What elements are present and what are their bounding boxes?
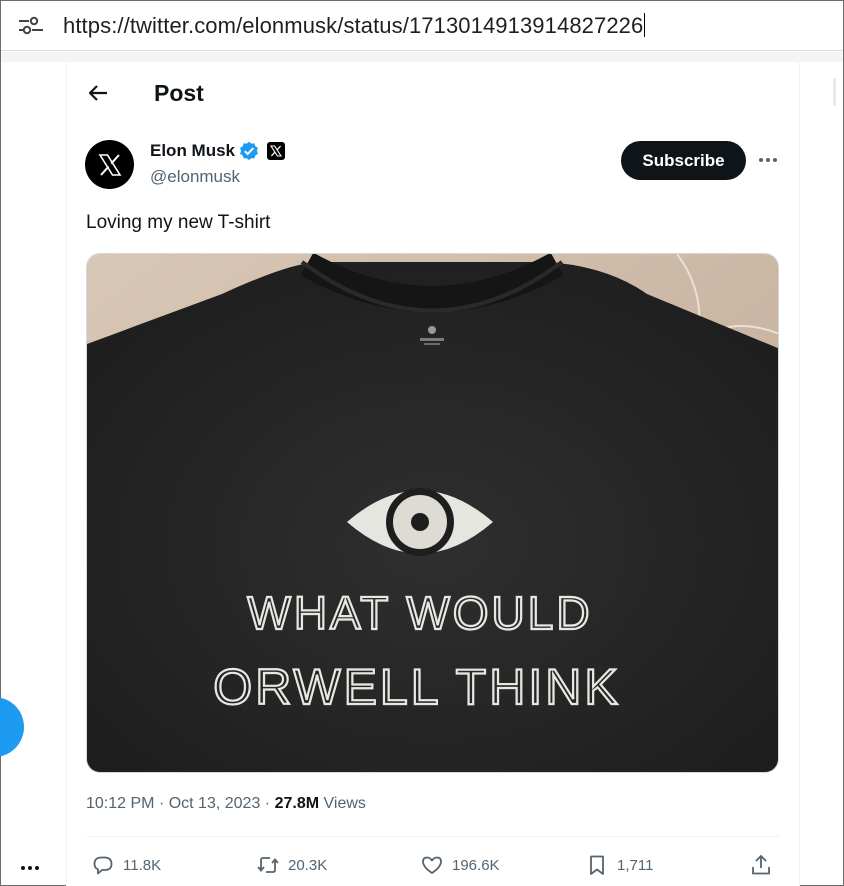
tweet-date[interactable]: Oct 13, 2023	[169, 795, 261, 812]
views-count[interactable]: 27.8M	[275, 795, 319, 812]
author-name[interactable]: Elon Musk	[150, 141, 235, 161]
subscribe-button[interactable]: Subscribe	[621, 141, 746, 180]
more-horizontal-icon[interactable]	[756, 150, 780, 170]
shirt-text-line2: ORWELL THINK	[213, 659, 620, 715]
repost-count: 20.3K	[288, 856, 328, 874]
page-title: Post	[154, 80, 204, 106]
like-button[interactable]: 196.6K	[420, 853, 500, 877]
repost-button[interactable]: 20.3K	[256, 853, 327, 877]
verified-badge-icon[interactable]	[239, 141, 259, 161]
tweet-text: Loving my new T-shirt	[86, 212, 271, 233]
like-count: 196.6K	[452, 856, 500, 874]
bookmark-icon	[590, 855, 604, 875]
divider	[86, 836, 779, 837]
author-handle[interactable]: @elonmusk	[150, 167, 240, 187]
share-button[interactable]	[749, 853, 773, 877]
reply-button[interactable]: 11.8K	[91, 853, 161, 877]
repost-icon	[257, 857, 279, 873]
url-text: https://twitter.com/elonmusk/status/1713…	[63, 13, 644, 38]
address-bar[interactable]: https://twitter.com/elonmusk/status/1713…	[1, 1, 843, 51]
tweet-time[interactable]: 10:12 PM	[86, 795, 154, 812]
url-field[interactable]: https://twitter.com/elonmusk/status/1713…	[63, 13, 646, 39]
meta-separator: ·	[264, 795, 271, 812]
right-panel-edge	[833, 78, 836, 106]
share-icon	[752, 854, 770, 875]
x-logo-icon[interactable]	[267, 142, 286, 160]
x-affiliation-glyph	[270, 145, 283, 157]
shirt-text-line1: WHAT WOULD	[247, 587, 592, 639]
bookmark-count: 1,711	[617, 856, 654, 874]
tweet-meta: 10:12 PM · Oct 13, 2023 · 27.8M Views	[86, 795, 366, 813]
author-name-row: Elon Musk	[150, 141, 286, 161]
tshirt-photo: WHAT WOULD ORWELL THINK	[87, 254, 778, 772]
text-caret	[644, 13, 646, 37]
views-label: Views	[323, 795, 366, 812]
bookmark-button[interactable]: 1,711	[585, 853, 653, 877]
arrow-left-icon[interactable]	[87, 82, 109, 104]
reply-count: 11.8K	[123, 856, 162, 874]
page-top-strip	[1, 52, 843, 62]
site-info-tune-icon[interactable]	[17, 16, 45, 36]
heart-icon	[422, 856, 442, 874]
more-horizontal-icon[interactable]	[18, 858, 42, 878]
reply-icon	[93, 856, 113, 875]
x-logo-icon	[98, 153, 121, 176]
avatar[interactable]	[85, 140, 134, 189]
meta-separator: ·	[158, 795, 165, 812]
tweet-image[interactable]: WHAT WOULD ORWELL THINK	[86, 253, 779, 773]
